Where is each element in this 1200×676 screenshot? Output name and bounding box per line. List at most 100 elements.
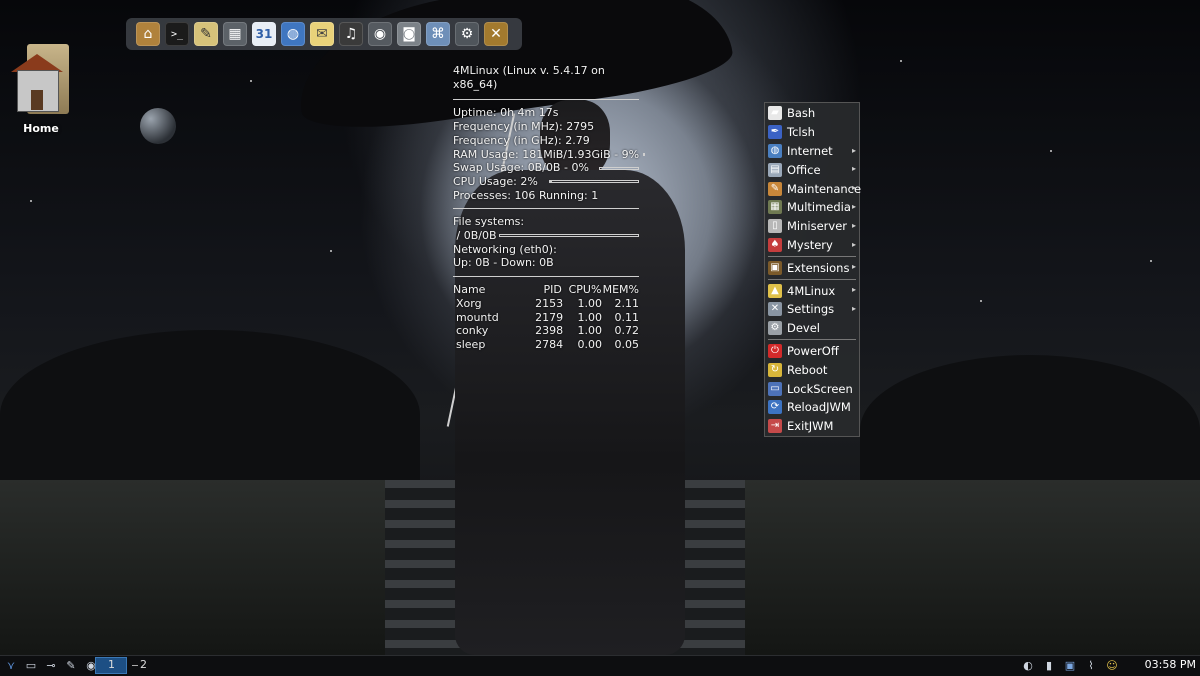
fs-root-row: / 0B/0B [453,229,639,243]
text-editor-icon[interactable]: ✎ [194,22,218,46]
freq-mhz-value: 2795 [566,120,595,134]
clock[interactable]: 03:58 PM [1145,658,1196,671]
process-mem: 0.05 [614,337,640,351]
pager-desktop-1[interactable]: 1 [95,657,127,674]
menu-item-mystery[interactable]: ♠ Mystery ▸ [765,236,859,255]
process-table-header: Name PID CPU% MEM% [453,283,639,297]
conky-title: 4MLinux (Linux v. 5.4.17 on x86_64) [453,64,605,91]
swap-bar [599,166,639,170]
menu-item-label: Settings [787,302,835,317]
process-row: conky 2398 1.00 0.72 [453,324,639,338]
usb-icon[interactable]: ⊸ [43,658,59,673]
menu-item-bash[interactable]: ▰ Bash [765,104,859,123]
menu-item-label: Bash [787,106,816,121]
menu-item-reboot[interactable]: ↻ Reboot [765,360,859,379]
menu-item-settings[interactable]: ✕ Settings ▸ [765,300,859,319]
user-icon[interactable]: ☺ [1104,658,1120,673]
swap-label: Swap Usage: [453,161,525,175]
reload-icon: ⟳ [768,400,782,415]
settings-icon[interactable]: ⚙ [455,22,479,46]
menu-item-multimedia[interactable]: ▦ Multimedia ▸ [765,198,859,217]
pager-desktop-2[interactable]: 2 [132,658,147,671]
process-pid: 2179 [535,310,564,324]
net-up-label: Up: [453,256,472,270]
tools-icon[interactable]: ✕ [484,22,508,46]
process-row: Xorg 2153 1.00 2.11 [453,297,639,311]
menu-item-tclsh[interactable]: ✒ Tclsh [765,123,859,142]
network-icon[interactable]: ⌘ [426,22,450,46]
star [980,300,982,302]
process-pid: 2153 [535,296,564,310]
menu-item-label: 4MLinux [787,283,836,298]
calendar-icon[interactable]: 31 [252,22,276,46]
desktop-home-icon[interactable]: Home [10,44,72,135]
star [1050,150,1052,152]
menu-item-label: Miniserver [787,219,848,234]
menu-item-devel[interactable]: ⚙ Devel [765,319,859,338]
hedge-left [0,330,420,500]
submenu-arrow-icon: ▸ [851,183,856,193]
menu-item-4mlinux[interactable]: ▲ 4MLinux ▸ [765,281,859,300]
process-name: sleep [456,337,486,351]
submenu-arrow-icon: ▸ [851,303,856,313]
menu-item-maintenance[interactable]: ✎ Maintenance ▸ [765,179,861,198]
exit-icon: ⇥ [768,419,782,434]
drive-icon[interactable]: ▭ [23,658,39,673]
star [330,250,332,252]
cpu-value: 2% [520,174,538,188]
tux-icon: ▲ [768,283,782,298]
tools-icon: ✕ [768,302,782,317]
menu-item-extensions[interactable]: ▣ Extensions ▸ [765,258,859,277]
swap-value: 0B/0B - 0% [527,161,589,175]
paperclip-icon[interactable]: ⌇ [1083,658,1099,673]
ram-row: RAM Usage: 181MiB/1.93GiB - 9% [453,148,646,162]
menu-item-poweroff[interactable]: ⏻ PowerOff [765,342,859,361]
mail-icon[interactable]: ✉ [310,22,334,46]
menu-icon[interactable]: ⋎ [3,658,19,673]
network-icon[interactable]: ▣ [1062,658,1078,673]
menu-item-label: Devel [787,321,821,336]
tray-left: ⋎ ▭ ⊸ ✎ ◉ [3,658,99,673]
submenu-arrow-icon: ▸ [851,262,856,272]
submenu-arrow-icon: ▸ [851,201,856,211]
col-mem: MEM% [602,283,639,297]
chat-icon[interactable]: ✎ [63,658,79,673]
menu-separator [768,255,856,257]
menu-item-reloadjwm[interactable]: ⟳ ReloadJWM [765,398,859,417]
menu-item-label: Extensions [787,260,850,275]
process-mem: 0.72 [614,324,640,338]
reboot-icon: ↻ [768,362,782,377]
swap-row: Swap Usage: 0B/0B - 0% [453,161,639,175]
fs-row: File systems: [453,215,639,229]
camera-icon[interactable]: ◙ [397,22,421,46]
divider [453,276,639,278]
calculator-icon[interactable]: ▦ [223,22,247,46]
jwm-root-menu: ▰ Bash ✒ Tclsh ◍ Internet ▸ ▤ Office ▸ ✎ Maintenanc… [764,102,861,437]
home-folder-icon[interactable]: ⌂ [136,22,160,46]
process-mem: 0.11 [614,310,640,324]
bash-icon: ▰ [768,106,782,121]
film-reel-icon[interactable]: ◉ [368,22,392,46]
headphones-icon[interactable]: ♫ [339,22,363,46]
browser-icon[interactable]: ◍ [281,22,305,46]
process-pid: 2398 [535,324,564,338]
process-name: conky [456,324,489,338]
menu-item-internet[interactable]: ◍ Internet ▸ [765,142,859,161]
menu-item-exitjwm[interactable]: ⇥ ExitJWM [765,417,859,436]
uptime-value: 0h 4m 17s [500,106,559,120]
star [1150,260,1152,262]
menu-item-office[interactable]: ▤ Office ▸ [765,160,859,179]
feather-icon: ✒ [768,125,782,140]
col-pid: PID [543,283,562,297]
terminal-icon[interactable]: >_ [165,22,189,46]
menu-item-miniserver[interactable]: ▯ Miniserver ▸ [765,217,859,236]
menu-item-lockscreen[interactable]: ▭ LockScreen [765,379,859,398]
pager-1-label: 1 [108,658,115,671]
volume-icon[interactable]: ◐ [1020,658,1036,673]
star [30,200,32,202]
menu-separator [768,339,856,341]
submenu-arrow-icon: ▸ [851,285,856,295]
bottom-tray: ⋎ ▭ ⊸ ✎ ◉ 1 2 ◐ ▮ ▣ ⌇ ☺ 03:58 PM [0,655,1200,676]
document-icon: ▤ [768,162,782,177]
battery-icon[interactable]: ▮ [1041,658,1057,673]
